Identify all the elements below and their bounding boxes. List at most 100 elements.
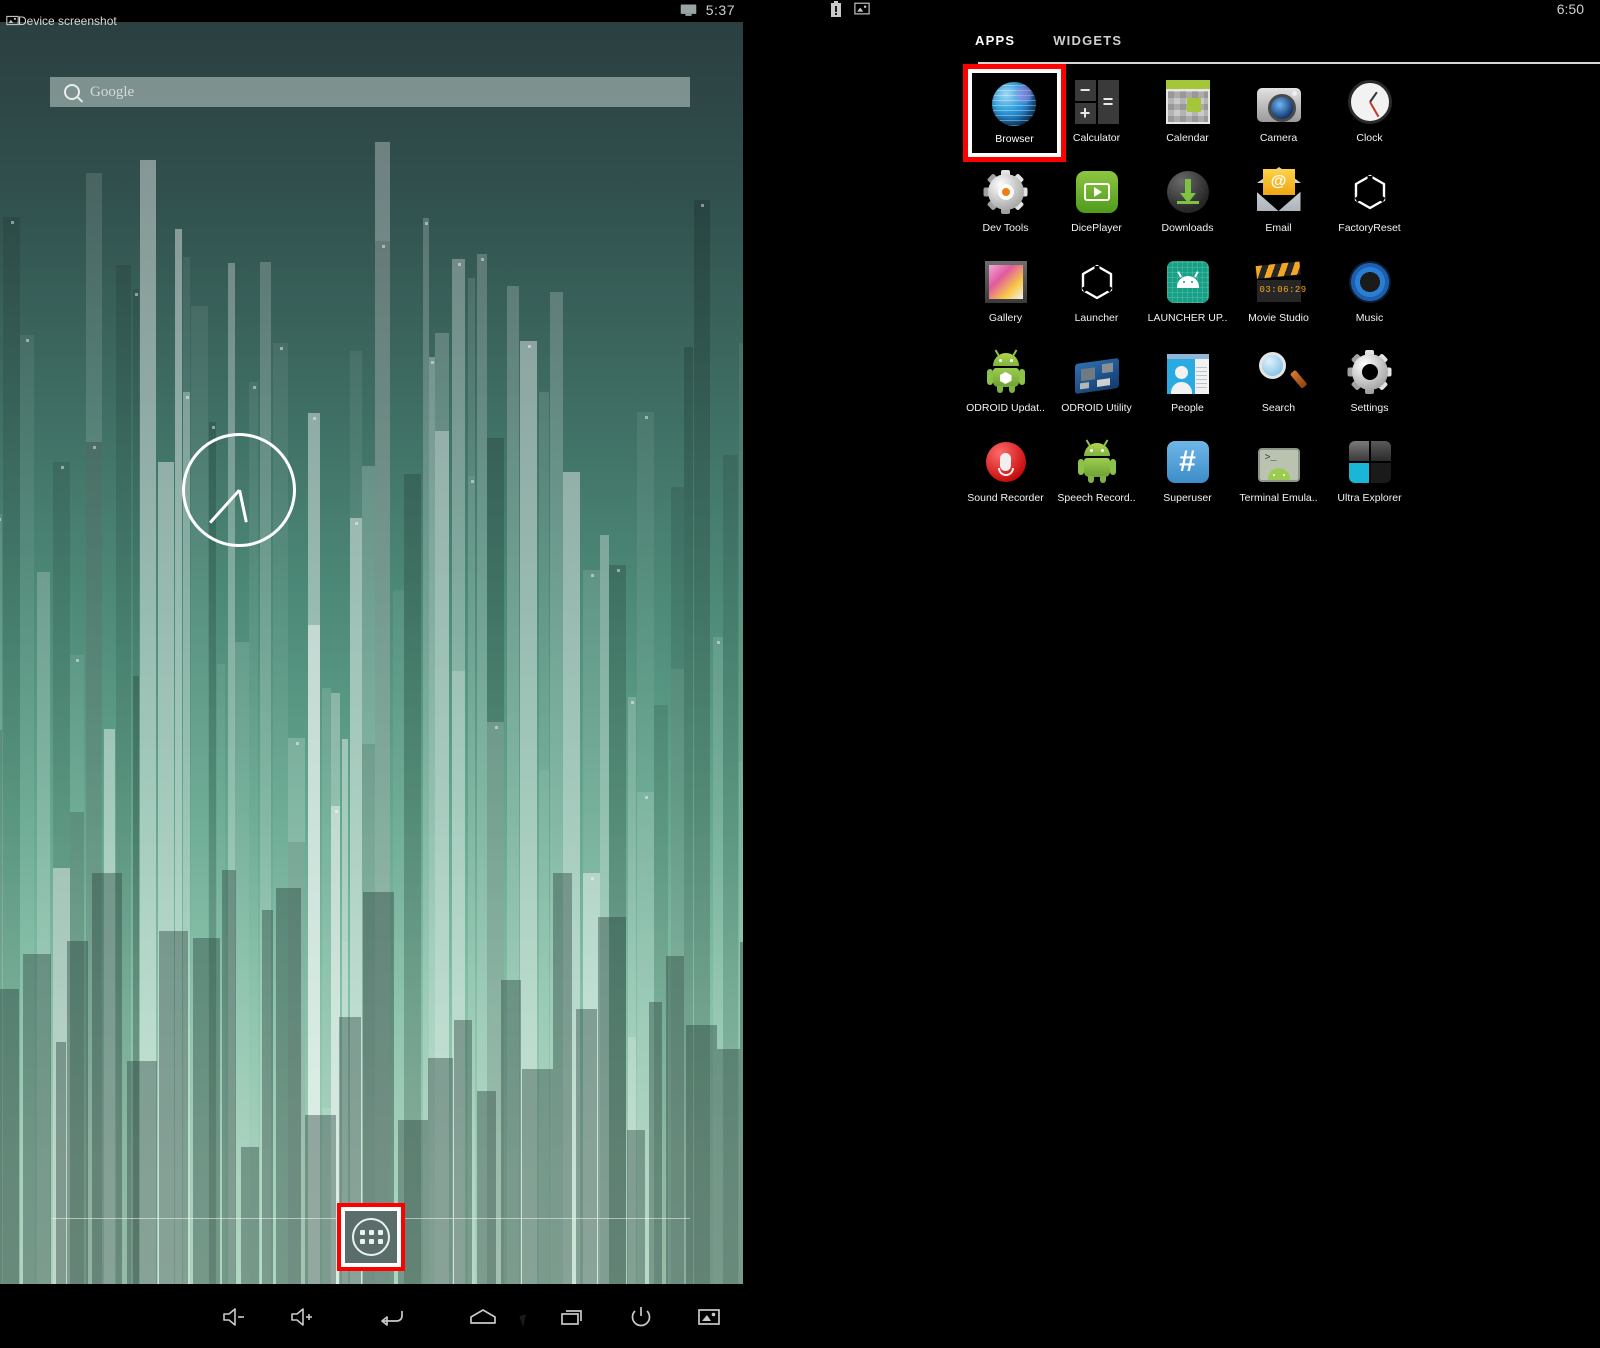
- screenshot-icon: [854, 2, 870, 15]
- clock-minute-hand: [208, 488, 241, 524]
- clapperboard-icon: 03:06:29: [1255, 258, 1306, 306]
- app-label: Camera: [1259, 132, 1298, 144]
- app-label: FactoryReset: [1338, 222, 1401, 234]
- right-status-time: 6:50: [1556, 1, 1584, 17]
- drawer-tab-underline: [978, 62, 1600, 64]
- app-label: Terminal Emula..: [1239, 492, 1318, 504]
- app-label: Music: [1355, 312, 1384, 324]
- email-envelope-icon: @: [1255, 167, 1303, 216]
- app-icon-movie-studio[interactable]: 03:06:29 Movie Studio: [1233, 250, 1324, 340]
- app-icon-dev-tools[interactable]: Dev Tools: [960, 160, 1051, 250]
- search-icon: [64, 84, 80, 100]
- wallpaper-bar-base: [159, 930, 188, 1284]
- home-wallpaper: Google: [0, 22, 743, 1284]
- app-icon-ultra-explorer[interactable]: Ultra Explorer: [1324, 430, 1415, 520]
- app-icon-camera[interactable]: Camera: [1233, 70, 1324, 160]
- terminal-icon: >_: [1255, 438, 1303, 486]
- app-label: Sound Recorder: [967, 492, 1044, 504]
- notification-title: Device screenshot: [18, 14, 117, 28]
- wallpaper-bar-base: [276, 888, 301, 1284]
- battery-alert-icon: [831, 1, 841, 17]
- download-arrow-icon: [1164, 168, 1212, 216]
- screenshot-root: Device screenshot 5:37 Google 6:50 APPS …: [0, 0, 1600, 1348]
- wallpaper-bar-base: [522, 1068, 553, 1284]
- wallpaper-bar-base: [222, 870, 236, 1284]
- wallpaper-bars: [0, 22, 743, 1284]
- left-status-time: 5:37: [705, 2, 735, 18]
- app-label: Superuser: [1163, 492, 1212, 504]
- wallpaper-bar-base: [477, 1091, 496, 1284]
- app-icon-people[interactable]: People: [1142, 340, 1233, 430]
- gear-orange-icon: [982, 168, 1030, 216]
- app-icon-email[interactable]: @ Email: [1233, 160, 1324, 250]
- app-icon-launcher-up[interactable]: LAUNCHER UP..: [1142, 250, 1233, 340]
- wallpaper-bar-base: [576, 1008, 597, 1284]
- apps-grid-icon: [352, 1218, 390, 1256]
- app-drawer-highlight-box: [337, 1203, 405, 1271]
- app-icon-downloads[interactable]: Downloads: [1142, 160, 1233, 250]
- google-search-bar[interactable]: Google: [50, 77, 690, 107]
- app-icon-factoryreset[interactable]: FactoryReset: [1324, 160, 1415, 250]
- app-icon-gallery[interactable]: Gallery: [960, 250, 1051, 340]
- four-square-icon: [1346, 438, 1394, 486]
- app-icon-launcher[interactable]: Launcher: [1051, 250, 1142, 340]
- wallpaper-bar-base: [454, 1020, 472, 1284]
- app-label: DicePlayer: [1071, 222, 1122, 234]
- wallpaper-bar-base: [501, 980, 521, 1284]
- video-player-icon: [1073, 168, 1121, 216]
- app-icon-sound-recorder[interactable]: Sound Recorder: [960, 430, 1051, 520]
- calculator-icon: − = +: [1073, 78, 1121, 126]
- screenshot-icon[interactable]: [675, 1286, 743, 1348]
- app-icon-search[interactable]: Search: [1233, 340, 1324, 430]
- left-device-home-screen: Device screenshot 5:37 Google: [0, 0, 743, 1348]
- app-label: Gallery: [988, 312, 1023, 324]
- music-speaker-icon: [1346, 258, 1394, 306]
- calendar-icon: [1164, 78, 1212, 126]
- volume-down-icon[interactable]: [200, 1286, 268, 1348]
- app-label: ODROID Utility: [1061, 402, 1132, 414]
- android-box-icon: [982, 348, 1030, 396]
- volume-up-icon[interactable]: [268, 1286, 336, 1348]
- android-robot-icon: [1073, 438, 1121, 486]
- app-icon-terminal-emula[interactable]: >_ Terminal Emula..: [1233, 430, 1324, 520]
- android-green-tile-icon: [1164, 258, 1212, 306]
- app-icon-speech-record[interactable]: Speech Record..: [1051, 430, 1142, 520]
- recents-icon[interactable]: [539, 1286, 607, 1348]
- browser-app-cell[interactable]: Browser: [972, 73, 1057, 153]
- cast-icon: [680, 4, 697, 16]
- app-label: Calendar: [1166, 132, 1209, 144]
- wallpaper-bar-base: [627, 1129, 645, 1284]
- circuit-board-icon: [1073, 348, 1121, 396]
- app-label: Settings: [1350, 402, 1389, 414]
- power-icon[interactable]: [607, 1286, 675, 1348]
- app-drawer-button[interactable]: [345, 1211, 397, 1263]
- app-icon-settings[interactable]: Settings: [1324, 340, 1415, 430]
- back-icon[interactable]: [358, 1286, 426, 1348]
- unity-icon: [1073, 258, 1121, 306]
- drawer-tabs: APPS WIDGETS: [975, 33, 1122, 48]
- browser-app-label: Browser: [995, 132, 1034, 145]
- wallpaper-bar-base: [740, 941, 743, 1284]
- app-icon-clock[interactable]: Clock: [1324, 70, 1415, 160]
- right-device-app-drawer: 6:50 APPS WIDGETS Browser−=+CalculatorCa…: [800, 0, 1600, 1348]
- gear-icon: [1346, 348, 1394, 396]
- app-icon-diceplayer[interactable]: DicePlayer: [1051, 160, 1142, 250]
- wallpaper-bar-base: [193, 938, 220, 1284]
- wallpaper-bar-base: [717, 1049, 740, 1284]
- hash-icon: #: [1164, 438, 1212, 486]
- analog-clock-widget[interactable]: [182, 433, 296, 547]
- app-icon-music[interactable]: Music: [1324, 250, 1415, 340]
- app-label: Speech Record..: [1057, 492, 1136, 504]
- app-label: ODROID Updat..: [966, 402, 1045, 414]
- home-icon[interactable]: [449, 1286, 517, 1348]
- app-icon-calendar[interactable]: Calendar: [1142, 70, 1233, 160]
- tab-apps[interactable]: APPS: [975, 33, 1015, 48]
- wallpaper-bar-base: [241, 1147, 259, 1284]
- app-icon-superuser[interactable]: # Superuser: [1142, 430, 1233, 520]
- tab-widgets[interactable]: WIDGETS: [1053, 33, 1122, 48]
- app-label: Launcher: [1074, 312, 1119, 324]
- app-label: LAUNCHER UP..: [1147, 312, 1228, 324]
- wallpaper-bar-base: [262, 910, 273, 1284]
- app-icon-odroid-utility[interactable]: ODROID Utility: [1051, 340, 1142, 430]
- app-icon-odroid-updat[interactable]: ODROID Updat..: [960, 340, 1051, 430]
